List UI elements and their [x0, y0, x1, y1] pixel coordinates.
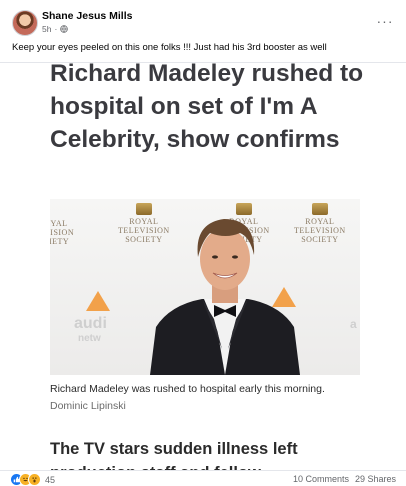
post-time[interactable]: 5h	[42, 24, 51, 34]
rts-logo-right: ROYAL TELEVISION SOCIETY	[294, 203, 346, 244]
audible-logo-text-right: a	[350, 317, 357, 331]
audible-logo-icon	[86, 291, 110, 311]
author-avatar[interactable]	[12, 10, 38, 36]
shares-link[interactable]: 29 Shares	[355, 474, 396, 484]
meta-separator: ·	[54, 24, 58, 34]
rts-logo-left: YAL VISION IETY	[50, 219, 75, 246]
caption-text: Richard Madeley was rushed to hospital e…	[50, 383, 325, 395]
post-stats: 10 Comments 29 Shares	[293, 474, 396, 484]
post-caption: Keep your eyes peeled on this one folks …	[12, 42, 327, 53]
facebook-post: Shane Jesus Mills 5h · ··· Keep your eye…	[0, 0, 406, 486]
crest-icon	[311, 203, 328, 215]
audible-network-text: netw	[78, 333, 101, 344]
reactions-summary[interactable]: 45	[10, 473, 55, 486]
wow-reaction-icon	[28, 473, 41, 486]
man-photo	[150, 219, 300, 375]
author-name[interactable]: Shane Jesus Mills	[42, 10, 132, 22]
article-subheading: The TV stars sudden illness left product…	[50, 440, 298, 473]
shared-article-image[interactable]: Richard Madeley rushed to hospital on se…	[0, 62, 406, 473]
post-meta: 5h ·	[42, 24, 69, 34]
globe-icon	[60, 25, 69, 33]
post-footer: 45 10 Comments 29 Shares	[0, 470, 406, 486]
more-options-button[interactable]: ···	[374, 10, 396, 32]
photo-credit: Dominic Lipinski	[50, 400, 126, 412]
image-caption: Richard Madeley was rushed to hospital e…	[50, 381, 350, 415]
more-icon: ···	[376, 13, 394, 29]
post-header: Shane Jesus Mills 5h · ··· Keep your eye…	[0, 0, 406, 64]
article-photo: YAL VISION IETY ROYAL TELEVISION SOCIETY…	[50, 199, 360, 375]
article-headline: Richard Madeley rushed to hospital on se…	[50, 62, 364, 153]
audible-logo-text: audi	[74, 315, 107, 332]
comments-link[interactable]: 10 Comments	[293, 474, 349, 484]
reaction-count: 45	[45, 474, 56, 485]
